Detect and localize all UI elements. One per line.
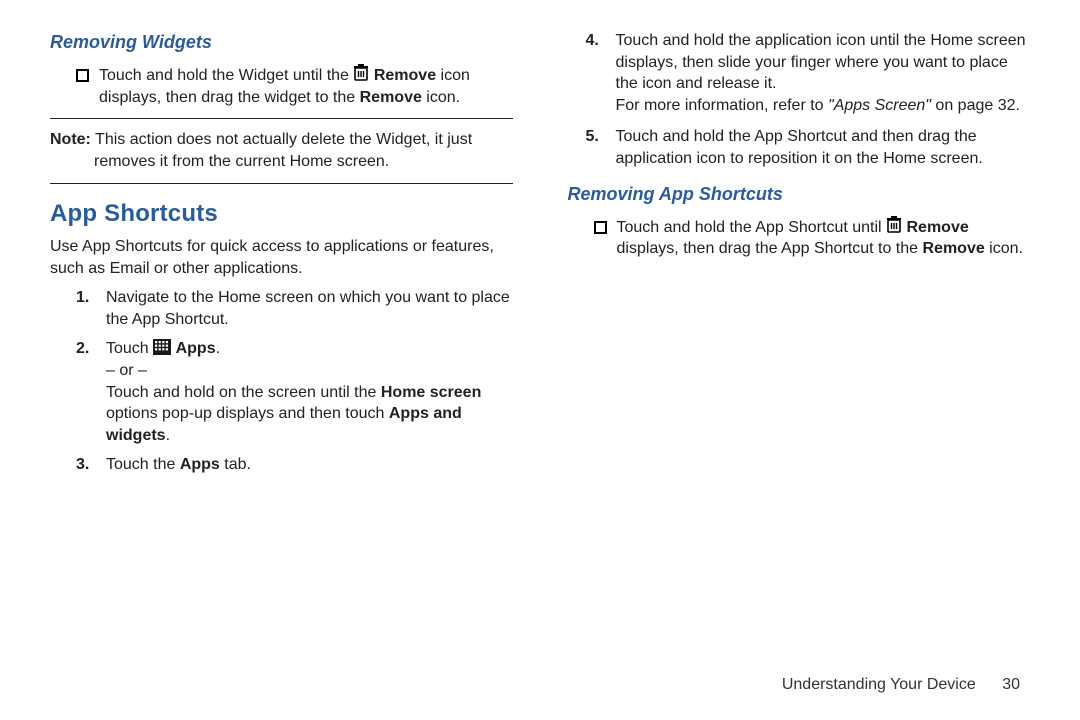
step-number: 1. [76, 287, 94, 330]
reference-text: For more information, refer to "Apps Scr… [616, 95, 1031, 117]
apps-grid-icon [153, 339, 171, 355]
step-text: Navigate to the Home screen on which you… [106, 287, 513, 330]
step-5: 5. Touch and hold the App Shortcut and t… [568, 126, 1031, 169]
text: Touch and hold the App Shortcut until [617, 219, 887, 236]
text: . [216, 340, 220, 357]
square-bullet-icon [76, 69, 89, 82]
left-column: Removing Widgets Touch and hold the Widg… [50, 30, 513, 484]
text: tab. [220, 456, 251, 473]
trash-icon [886, 216, 902, 234]
apps-label: Apps [180, 456, 220, 473]
bullet-removing-app-shortcuts: Touch and hold the App Shortcut until Re… [568, 216, 1031, 260]
note-label: Note: [50, 131, 91, 148]
remove-label: Remove [906, 219, 968, 236]
step-2: 2. Touch Apps. – or – Touch and hold on … [50, 338, 513, 446]
subheading-removing-app-shortcuts: Removing App Shortcuts [568, 182, 1031, 206]
text: on page 32. [931, 97, 1020, 114]
remove-label: Remove [374, 67, 436, 84]
square-bullet-icon [594, 221, 607, 234]
step-number: 3. [76, 454, 94, 476]
text: Touch and hold on the screen until the [106, 384, 381, 401]
heading-app-shortcuts: App Shortcuts [50, 198, 513, 230]
intro-text: Use App Shortcuts for quick access to ap… [50, 236, 513, 279]
trash-icon [353, 64, 369, 82]
text: options pop-up displays and then touch [106, 405, 389, 422]
step-number: 5. [586, 126, 604, 169]
ref-italic: "Apps Screen" [828, 97, 931, 114]
text: icon. [985, 240, 1023, 257]
step-4: 4. Touch and hold the application icon u… [568, 30, 1031, 116]
bullet-text: Touch and hold the App Shortcut until Re… [617, 216, 1031, 260]
text: . [166, 427, 170, 444]
divider [50, 183, 513, 184]
step-3: 3. Touch the Apps tab. [50, 454, 513, 476]
step-number: 2. [76, 338, 94, 446]
remove-label: Remove [922, 240, 984, 257]
text: displays, then drag the App Shortcut to … [617, 240, 923, 257]
note-text: This action does not actually delete the… [91, 131, 472, 148]
text: Touch [106, 340, 153, 357]
divider [50, 118, 513, 119]
text: For more information, refer to [616, 97, 829, 114]
subheading-removing-widgets: Removing Widgets [50, 30, 513, 54]
note-block: Note: This action does not actually dele… [50, 129, 513, 172]
note-text: removes it from the current Home screen. [50, 151, 513, 173]
page-number: 30 [1002, 676, 1020, 693]
text: icon. [422, 89, 460, 106]
apps-label: Apps [176, 340, 216, 357]
step-text: Touch Apps. – or – Touch and hold on the… [106, 338, 513, 446]
home-screen-label: Home screen [381, 384, 482, 401]
right-column: 4. Touch and hold the application icon u… [568, 30, 1031, 484]
step-text: Touch and hold the App Shortcut and then… [616, 126, 1031, 169]
step-text: Touch the Apps tab. [106, 454, 251, 476]
step-number: 4. [586, 30, 604, 116]
remove-label: Remove [360, 89, 422, 106]
text: Touch and hold the Widget until the [99, 67, 353, 84]
bullet-removing-widgets: Touch and hold the Widget until the Remo… [50, 64, 513, 108]
or-text: – or – [106, 360, 513, 382]
bullet-text: Touch and hold the Widget until the Remo… [99, 64, 513, 108]
step-text: Touch and hold the application icon unti… [616, 30, 1031, 116]
footer: Understanding Your Device 30 [782, 676, 1020, 694]
text: Touch and hold the application icon unti… [616, 30, 1031, 95]
step-1: 1. Navigate to the Home screen on which … [50, 287, 513, 330]
footer-section: Understanding Your Device [782, 676, 976, 693]
text: Touch the [106, 456, 180, 473]
